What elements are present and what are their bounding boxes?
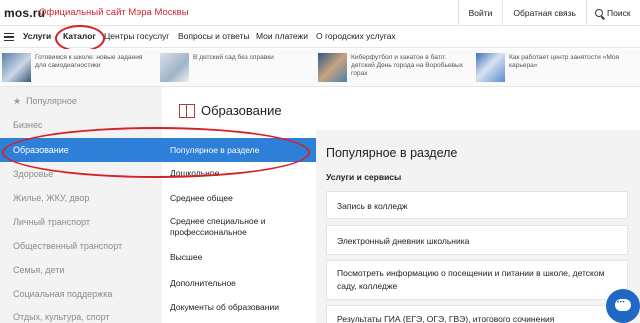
service-card[interactable]: Электронный дневник школьника — [326, 225, 628, 255]
top-links: Войти Обратная связь Поиск — [457, 0, 640, 26]
education-highlight-ellipse — [2, 127, 310, 178]
login-link[interactable]: Войти — [457, 0, 503, 26]
menu-icon[interactable] — [4, 33, 14, 41]
nav-faq[interactable]: Вопросы и ответы — [178, 31, 250, 41]
service-card[interactable]: Результаты ГИА (ЕГЭ, ОГЭ, ГВЭ), итоговог… — [326, 305, 628, 323]
news-thumbnail — [476, 53, 505, 82]
sidebar-item-family[interactable]: Семья, дети — [0, 258, 162, 282]
top-bar: mos.ru Официальный сайт Мэра Москвы Войт… — [0, 0, 640, 26]
news-title: Киберфутбол и хакатон в батл: детский Де… — [351, 54, 464, 77]
news-thumbnail — [160, 53, 189, 82]
section-header: Образование — [179, 103, 282, 118]
news-title: Как работает центр занятости «Моя карьер… — [509, 54, 620, 69]
news-title: Готовимся к школе: новые задания для сам… — [35, 54, 143, 69]
nav-about-services[interactable]: О городских услугах — [316, 31, 396, 41]
site-title[interactable]: Официальный сайт Мэра Москвы — [39, 7, 189, 18]
search-label: Поиск — [607, 8, 631, 18]
search-button[interactable]: Поиск — [586, 0, 640, 26]
catalog-highlight-circle — [55, 25, 105, 52]
subcategory-additional[interactable]: Дополнительное — [162, 278, 316, 289]
feedback-link[interactable]: Обратная связь — [502, 0, 586, 26]
chat-icon — [615, 299, 631, 311]
section-title: Образование — [201, 103, 282, 118]
sidebar-item-social-support[interactable]: Социальная поддержка — [0, 282, 162, 306]
sidebar-item-leisure[interactable]: Отдых, культура, спорт — [0, 305, 162, 323]
news-title: В детский сад без справки — [193, 54, 274, 61]
panel-title: Популярное в разделе — [326, 146, 458, 160]
chat-button[interactable] — [606, 289, 640, 323]
news-thumbnail — [318, 53, 347, 82]
search-icon — [595, 9, 603, 17]
nav-service-centers[interactable]: Центры госуслуг — [104, 31, 169, 41]
service-card[interactable]: Посмотреть информацию о посещении и пита… — [326, 260, 628, 300]
subcategory-documents[interactable]: Документы об образовании — [162, 302, 316, 313]
news-strip: Готовимся к школе: новые задания для сам… — [0, 49, 640, 87]
sidebar-item-housing[interactable]: Жилье, ЖКУ, двор — [0, 186, 162, 210]
subcategory-secondary[interactable]: Среднее общее — [162, 193, 316, 204]
nav-payments[interactable]: Мои платежи — [256, 31, 308, 41]
sidebar-item-personal-transport[interactable]: Личный транспорт — [0, 210, 162, 234]
star-icon: ★ — [13, 96, 22, 106]
panel-subtitle: Услуги и сервисы — [326, 172, 402, 182]
sidebar-item-public-transport[interactable]: Общественный транспорт — [0, 234, 162, 258]
service-card[interactable]: Запись в колледж — [326, 191, 628, 219]
subcategory-vocational[interactable]: Среднее специальное и профессиональное — [162, 216, 282, 238]
news-thumbnail — [2, 53, 31, 82]
sidebar-item-popular[interactable]: ★ Популярное — [0, 89, 162, 113]
nav-services[interactable]: Услуги — [23, 31, 51, 41]
subcategory-higher[interactable]: Высшее — [162, 252, 316, 263]
book-icon — [179, 104, 195, 118]
